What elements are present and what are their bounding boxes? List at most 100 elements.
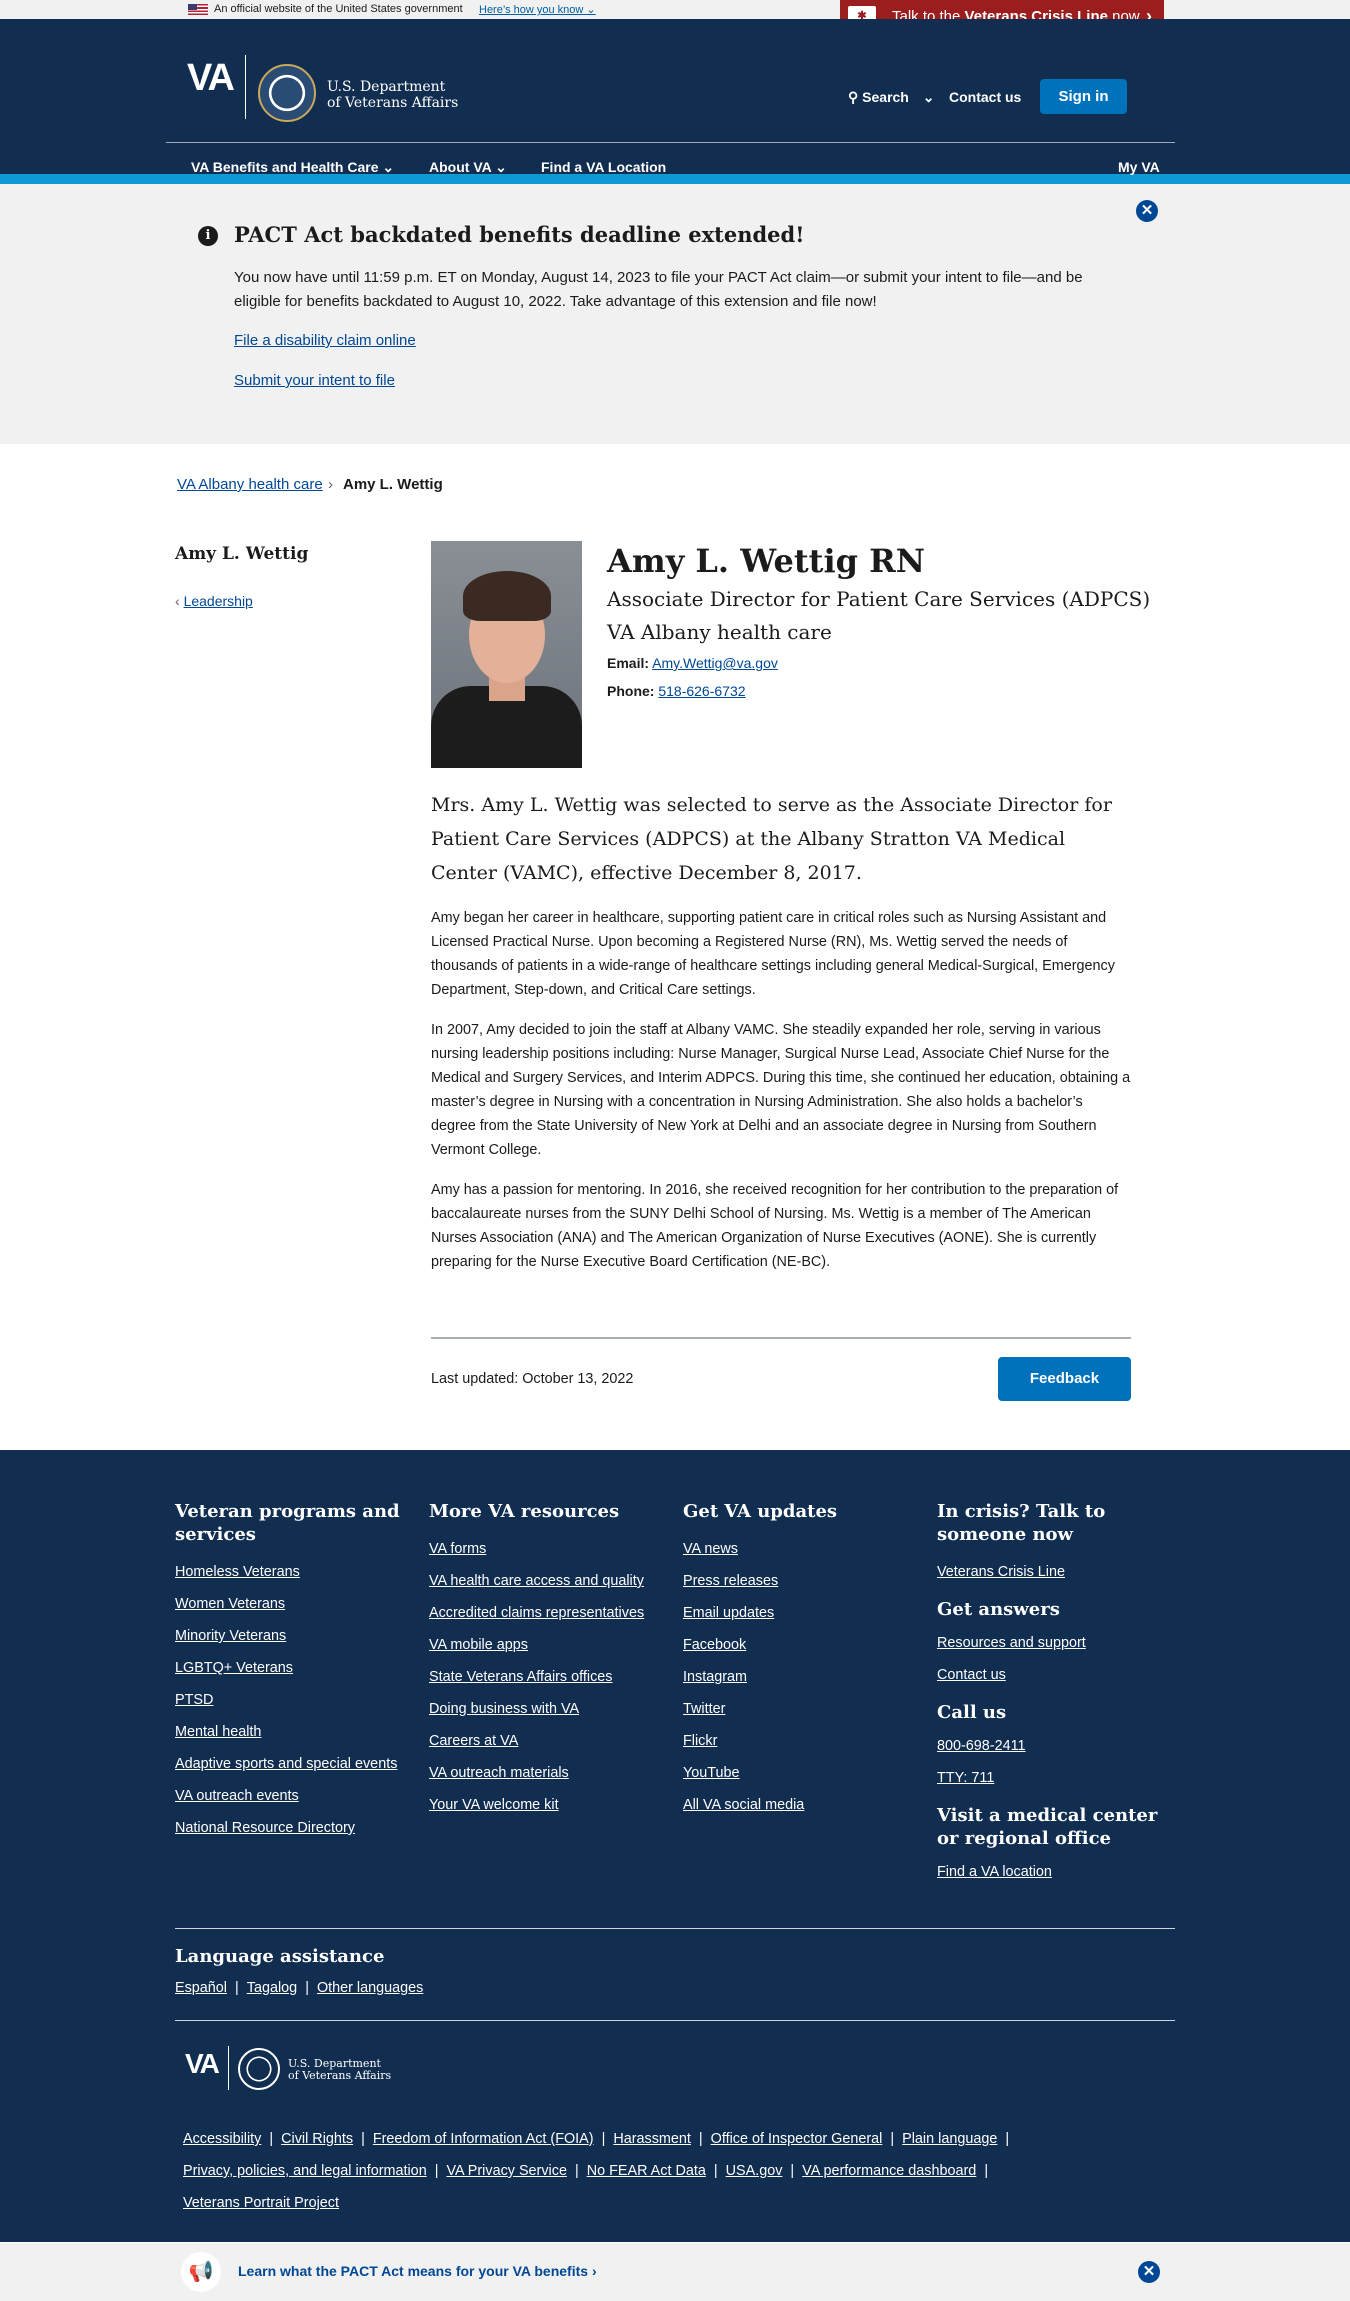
- language-links: Español | Tagalog | Other languages: [175, 1980, 424, 1996]
- footer-link[interactable]: Mental health: [175, 1716, 415, 1748]
- footer-link[interactable]: VA health care access and quality: [429, 1565, 669, 1597]
- va-logo[interactable]: VA: [187, 57, 235, 100]
- footer-col-updates: Get VA updates VA news Press releases Em…: [683, 1500, 923, 1821]
- header-divider: [166, 142, 1175, 143]
- footer-link[interactable]: All VA social media: [683, 1789, 923, 1821]
- footer-phone-link[interactable]: 800-698-2411: [937, 1730, 1177, 1762]
- footer-link[interactable]: Facebook: [683, 1629, 923, 1661]
- last-updated: Last updated: October 13, 2022: [431, 1371, 634, 1387]
- footer-link[interactable]: Flickr: [683, 1725, 923, 1757]
- footer-link[interactable]: Contact us: [937, 1659, 1177, 1691]
- last-updated-divider: [431, 1337, 1131, 1339]
- legal-link[interactable]: Freedom of Information Act (FOIA): [373, 2131, 594, 2147]
- footer-col-programs: Veteran programs and services Homeless V…: [175, 1500, 415, 1844]
- footer-link[interactable]: LGBTQ+ Veterans: [175, 1652, 415, 1684]
- footer-link[interactable]: VA outreach materials: [429, 1757, 669, 1789]
- pact-act-promo-banner: 📢 Learn what the PACT Act means for your…: [0, 2243, 1350, 2301]
- legal-links-row-2: Privacy, policies, and legal information…: [183, 2163, 989, 2179]
- footer-link[interactable]: National Resource Directory: [175, 1812, 415, 1844]
- language-link-tagalog[interactable]: Tagalog: [247, 1980, 297, 1996]
- contact-us-link[interactable]: Contact us: [949, 89, 1021, 105]
- legal-link[interactable]: Civil Rights: [281, 2131, 353, 2147]
- legal-link[interactable]: Veterans Portrait Project: [183, 2195, 339, 2211]
- legal-link[interactable]: VA Privacy Service: [446, 2163, 567, 2179]
- submit-intent-link[interactable]: Submit your intent to file: [234, 372, 395, 389]
- footer-link[interactable]: YouTube: [683, 1757, 923, 1789]
- footer-link[interactable]: Email updates: [683, 1597, 923, 1629]
- email-link[interactable]: Amy.Wettig@va.gov: [652, 655, 778, 671]
- site-footer: Veteran programs and services Homeless V…: [0, 1450, 1350, 2242]
- chevron-left-icon: ‹: [175, 593, 180, 609]
- language-link-espanol[interactable]: Español: [175, 1980, 227, 1996]
- footer-department-name: U.S. Department of Veterans Affairs: [288, 2057, 392, 2082]
- footer-link[interactable]: Doing business with VA: [429, 1693, 669, 1725]
- footer-divider: [175, 1928, 1175, 1929]
- footer-find-location-link[interactable]: Find a VA location: [937, 1856, 1177, 1888]
- us-flag-icon: [188, 4, 208, 15]
- bio-paragraph-3: Amy has a passion for mentoring. In 2016…: [431, 1182, 1119, 1270]
- legal-link[interactable]: USA.gov: [726, 2163, 783, 2179]
- footer-link[interactable]: VA news: [683, 1533, 923, 1565]
- megaphone-icon: 📢: [181, 2252, 221, 2292]
- legal-link[interactable]: No FEAR Act Data: [587, 2163, 706, 2179]
- profile-phone: Phone: 518-626-6732: [607, 683, 746, 699]
- footer-link[interactable]: Women Veterans: [175, 1588, 415, 1620]
- legal-link[interactable]: VA performance dashboard: [802, 2163, 976, 2179]
- legal-link[interactable]: Office of Inspector General: [711, 2131, 883, 2147]
- pact-act-promo-link[interactable]: Learn what the PACT Act means for your V…: [238, 2263, 597, 2279]
- alert-title: PACT Act backdated benefits deadline ext…: [234, 222, 805, 247]
- sidebar-leadership-link[interactable]: ‹ Leadership: [175, 593, 253, 609]
- breadcrumb-current: Amy L. Wettig: [343, 476, 443, 493]
- nav-my-va[interactable]: My VA: [1118, 159, 1160, 175]
- heres-how-you-know-link[interactable]: Here’s how you know ⌄: [479, 3, 596, 16]
- legal-link[interactable]: Harassment: [613, 2131, 691, 2147]
- footer-col-resources: More VA resources VA forms VA health car…: [429, 1500, 669, 1821]
- nav-benefits-health-care[interactable]: VA Benefits and Health Care ⌄: [191, 159, 394, 176]
- footer-link[interactable]: Press releases: [683, 1565, 923, 1597]
- breadcrumb-separator: ›: [328, 476, 333, 493]
- promo-close-icon[interactable]: ✕: [1138, 2261, 1160, 2283]
- footer-link[interactable]: VA forms: [429, 1533, 669, 1565]
- logo-divider: [245, 55, 246, 119]
- footer-va-logo[interactable]: VA: [185, 2048, 220, 2080]
- info-icon: i: [198, 226, 218, 246]
- footer-crisis-link[interactable]: Veterans Crisis Line: [937, 1556, 1177, 1588]
- search-button[interactable]: ⚲ Search ⌄: [848, 89, 934, 106]
- language-link-other[interactable]: Other languages: [317, 1980, 423, 1996]
- footer-tty-link[interactable]: TTY: 711: [937, 1762, 1177, 1794]
- footer-link[interactable]: PTSD: [175, 1684, 415, 1716]
- footer-link[interactable]: Careers at VA: [429, 1725, 669, 1757]
- legal-link[interactable]: Plain language: [902, 2131, 997, 2147]
- phone-link[interactable]: 518-626-6732: [658, 683, 745, 699]
- footer-link[interactable]: Resources and support: [937, 1627, 1177, 1659]
- footer-link[interactable]: Twitter: [683, 1693, 923, 1725]
- department-name[interactable]: U.S. Department of Veterans Affairs: [327, 79, 458, 111]
- legal-link[interactable]: Accessibility: [183, 2131, 261, 2147]
- footer-link[interactable]: Minority Veterans: [175, 1620, 415, 1652]
- footer-link[interactable]: Your VA welcome kit: [429, 1789, 669, 1821]
- breadcrumb-parent-link[interactable]: VA Albany health care: [177, 476, 323, 493]
- footer-link[interactable]: Accredited claims representatives: [429, 1597, 669, 1629]
- bio-paragraph-2: In 2007, Amy decided to join the staff a…: [431, 1022, 1131, 1158]
- footer-link[interactable]: VA outreach events: [175, 1780, 415, 1812]
- footer-link[interactable]: Homeless Veterans: [175, 1556, 415, 1588]
- footer-link[interactable]: VA mobile apps: [429, 1629, 669, 1661]
- legal-link[interactable]: Privacy, policies, and legal information: [183, 2163, 427, 2179]
- footer-link[interactable]: State Veterans Affairs offices: [429, 1661, 669, 1693]
- feedback-button[interactable]: Feedback: [998, 1357, 1131, 1401]
- file-disability-claim-link[interactable]: File a disability claim online: [234, 332, 416, 349]
- footer-link[interactable]: Instagram: [683, 1661, 923, 1693]
- search-icon: ⚲: [848, 89, 859, 105]
- profile-facility: VA Albany health care: [607, 620, 832, 644]
- alert-body: You now have until 11:59 p.m. ET on Mond…: [234, 269, 1083, 310]
- va-seal-icon: [258, 64, 316, 122]
- profile-name: Amy L. Wettig RN: [607, 542, 925, 580]
- nav-about-va[interactable]: About VA ⌄: [429, 159, 507, 176]
- footer-link[interactable]: Adaptive sports and special events: [175, 1748, 415, 1780]
- alert-close-icon[interactable]: ✕: [1136, 200, 1158, 222]
- footer-col-title: Veteran programs and services: [175, 1501, 400, 1545]
- sign-in-button[interactable]: Sign in: [1040, 79, 1127, 114]
- profile-email: Email: Amy.Wettig@va.gov: [607, 655, 778, 671]
- site-header: VA U.S. Department of Veterans Affairs ⚲…: [0, 19, 1350, 176]
- nav-find-location[interactable]: Find a VA Location: [541, 159, 666, 175]
